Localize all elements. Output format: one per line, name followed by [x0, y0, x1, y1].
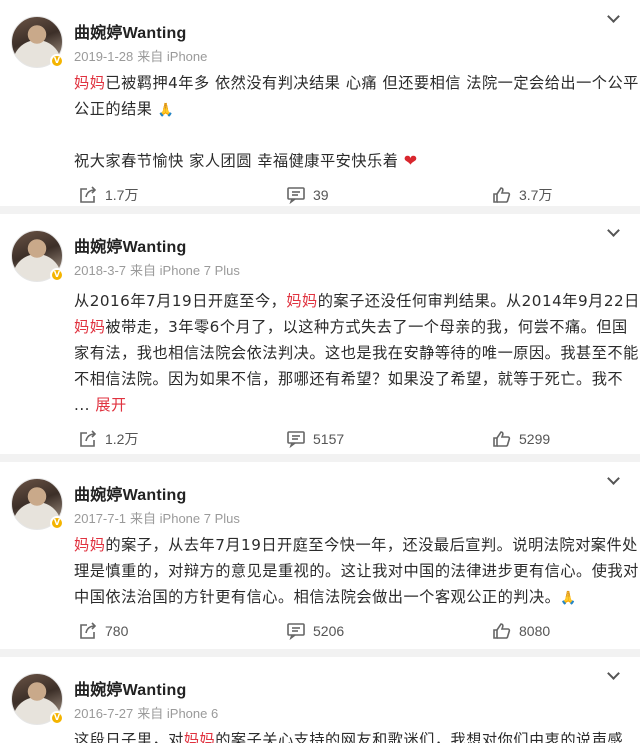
post-date[interactable]: 2017-7-1	[74, 511, 126, 526]
post-source: 来自 iPhone 6	[137, 706, 219, 721]
comment-icon	[286, 430, 313, 448]
post-actions-bar: 780 5206 8080	[0, 618, 640, 644]
body-text-segment: 公正的结果	[74, 100, 158, 118]
post-body-line: 不相信法院。因为如果不信，那哪还有希望？如果没了希望，就等于死亡。我不	[74, 366, 630, 392]
weibo-post-card: V 曲婉婷Wanting 2017-7-1 来自 iPhone 7 Plus 妈妈的案子…	[0, 462, 640, 649]
like-button[interactable]: 8080	[492, 618, 550, 644]
share-count: 1.7万	[105, 187, 139, 203]
post-body: 妈妈已被羁押4年多 依然没有判决结果 心痛 但还要相信 法院一定会给出一个公平公…	[74, 70, 638, 174]
heart-emoji-icon: ❤	[403, 151, 418, 170]
chevron-down-icon[interactable]	[607, 224, 620, 237]
body-text-segment: 的案子还没任何审判结果。从2014年9月22日	[317, 292, 640, 310]
share-button[interactable]: 780	[78, 618, 128, 644]
keyword-highlight[interactable]: 妈妈	[184, 731, 215, 743]
verified-badge-icon: V	[50, 54, 64, 68]
body-text-segment: 家有法，我也相信法院会依法判决。这也是我在安静等待的唯一原因。我甚至不能	[74, 344, 639, 362]
post-body: 从2016年7月19日开庭至今，妈妈的案子还没任何审判结果。从2014年9月22…	[74, 288, 639, 418]
post-date[interactable]: 2016-7-27	[74, 706, 133, 721]
post-body: 妈妈的案子，从去年7月19日开庭至今快一年，还没最后宣判。说明法院对案件处理是慎…	[74, 532, 638, 610]
post-body-line: 妈妈的案子，从去年7月19日开庭至今快一年，还没最后宣判。说明法院对案件处	[74, 532, 637, 558]
post-body-line	[74, 122, 630, 148]
post-source: 来自 iPhone 7 Plus	[130, 263, 240, 278]
share-button[interactable]: 1.2万	[78, 426, 138, 452]
comment-count: 39	[313, 187, 329, 203]
author-name[interactable]: 曲婉婷Wanting	[74, 676, 187, 700]
verified-badge-icon: V	[50, 268, 64, 282]
like-button[interactable]: 5299	[492, 426, 550, 452]
post-body-line: 公正的结果 🙏	[74, 96, 630, 122]
post-meta: 2019-1-28 来自 iPhone	[74, 46, 211, 65]
post-body: 这段日子里，对妈妈的案子关心支持的网友和歌迷们，我想对你们由衷的说声感	[74, 727, 630, 743]
body-text-segment: 中国依法治国的方针更有信心。相信法院会做出一个客观公正的判决。	[74, 588, 561, 606]
post-body-line: 妈妈已被羁押4年多 依然没有判决结果 心痛 但还要相信 法院一定会给出一个公平	[74, 70, 638, 96]
post-meta: 2018-3-7 来自 iPhone 7 Plus	[74, 260, 244, 279]
like-count: 5299	[519, 431, 551, 447]
post-actions-bar: 1.2万 5157 5299	[0, 426, 640, 452]
post-actions-bar: 1.7万 39 3.7万	[0, 182, 640, 206]
chevron-down-icon[interactable]	[607, 667, 620, 680]
body-text-segment: 的案子，从去年7月19日开庭至今快一年，还没最后宣判。说明法院对案件处	[105, 536, 638, 554]
post-body-line: 这段日子里，对妈妈的案子关心支持的网友和歌迷们，我想对你们由衷的说声感	[74, 727, 630, 743]
verified-badge-icon: V	[50, 711, 64, 725]
post-body-line: 祝大家春节愉快 家人团圆 幸福健康平安快乐着 ❤	[74, 148, 630, 174]
chevron-down-icon[interactable]	[607, 472, 620, 485]
expand-link[interactable]: 展开	[95, 396, 126, 414]
weibo-post-card: V 曲婉婷Wanting 2018-3-7 来自 iPhone 7 Plus 从2016…	[0, 214, 640, 454]
weibo-post-card: V 曲婉婷Wanting 2019-1-28 来自 iPhone 妈妈已被羁押4年多 依…	[0, 0, 640, 206]
thumbs-up-icon	[492, 186, 519, 204]
comment-icon	[286, 186, 313, 204]
comment-button[interactable]: 39	[286, 182, 329, 206]
post-source: 来自 iPhone	[137, 49, 208, 64]
body-text-segment: 理是慎重的，对辩方的意见是重视的。这让我对中国的法律进步更有信心。使我对	[74, 562, 639, 580]
share-icon	[78, 186, 105, 204]
body-text-segment: ...	[74, 396, 96, 414]
pray-emoji-icon: 🙏	[157, 103, 175, 118]
thumbs-up-icon	[492, 430, 519, 448]
post-body-line: 妈妈被带走，3年零6个月了，以这种方式失去了一个母亲的我，何尝不痛。但国	[74, 314, 630, 340]
keyword-highlight[interactable]: 妈妈	[74, 536, 105, 554]
body-text-segment: 被带走，3年零6个月了，以这种方式失去了一个母亲的我，何尝不痛。但国	[105, 318, 628, 336]
post-body-line: 理是慎重的，对辩方的意见是重视的。这让我对中国的法律进步更有信心。使我对	[74, 558, 638, 584]
weibo-post-card: V 曲婉婷Wanting 2016-7-27 来自 iPhone 6 这段日子里，对妈妈…	[0, 657, 640, 743]
share-count: 1.2万	[105, 431, 139, 447]
comment-button[interactable]: 5157	[286, 426, 344, 452]
author-name[interactable]: 曲婉婷Wanting	[74, 233, 187, 257]
like-button[interactable]: 3.7万	[492, 182, 552, 206]
comment-button[interactable]: 5206	[286, 618, 344, 644]
author-name[interactable]: 曲婉婷Wanting	[74, 481, 187, 505]
comment-icon	[286, 622, 313, 640]
post-meta: 2016-7-27 来自 iPhone 6	[74, 703, 222, 722]
body-text-segment: 已被羁押4年多 依然没有判决结果 心痛 但还要相信 法院一定会给出一个公平	[105, 74, 639, 92]
like-count: 8080	[519, 623, 551, 639]
post-meta: 2017-7-1 来自 iPhone 7 Plus	[74, 508, 244, 527]
like-count: 3.7万	[519, 187, 553, 203]
body-text-segment: 的案子关心支持的网友和歌迷们，我想对你们由衷的说声感	[215, 731, 624, 743]
pray-emoji-icon: 🙏	[560, 591, 577, 606]
post-body-line: 从2016年7月19日开庭至今，妈妈的案子还没任何审判结果。从2014年9月22…	[74, 288, 639, 314]
share-count: 780	[105, 623, 129, 639]
post-body-line: 中国依法治国的方针更有信心。相信法院会做出一个客观公正的判决。🙏	[74, 584, 630, 610]
post-source: 来自 iPhone 7 Plus	[130, 511, 240, 526]
keyword-highlight[interactable]: 妈妈	[286, 292, 317, 310]
share-icon	[78, 622, 105, 640]
weibo-feed: V 曲婉婷Wanting 2019-1-28 来自 iPhone 妈妈已被羁押4年多 依…	[0, 0, 640, 743]
post-date[interactable]: 2019-1-28	[74, 49, 133, 64]
post-body-line: ... 展开	[74, 392, 630, 418]
keyword-highlight[interactable]: 妈妈	[74, 74, 105, 92]
post-date[interactable]: 2018-3-7	[74, 263, 126, 278]
comment-count: 5206	[313, 623, 345, 639]
share-button[interactable]: 1.7万	[78, 182, 138, 206]
comment-count: 5157	[313, 431, 345, 447]
body-text-segment: 祝大家春节愉快 家人团圆 幸福健康平安快乐着	[74, 152, 404, 170]
keyword-highlight[interactable]: 妈妈	[74, 318, 105, 336]
body-text-segment: 从2016年7月19日开庭至今，	[74, 292, 287, 310]
chevron-down-icon[interactable]	[607, 10, 620, 23]
verified-badge-icon: V	[50, 516, 64, 530]
body-text-segment: 不相信法院。因为如果不信，那哪还有希望？如果没了希望，就等于死亡。我不	[74, 370, 624, 388]
share-icon	[78, 430, 105, 448]
body-text-segment: 这段日子里，对	[74, 731, 184, 743]
thumbs-up-icon	[492, 622, 519, 640]
post-body-line: 家有法，我也相信法院会依法判决。这也是我在安静等待的唯一原因。我甚至不能	[74, 340, 638, 366]
author-name[interactable]: 曲婉婷Wanting	[74, 19, 187, 43]
